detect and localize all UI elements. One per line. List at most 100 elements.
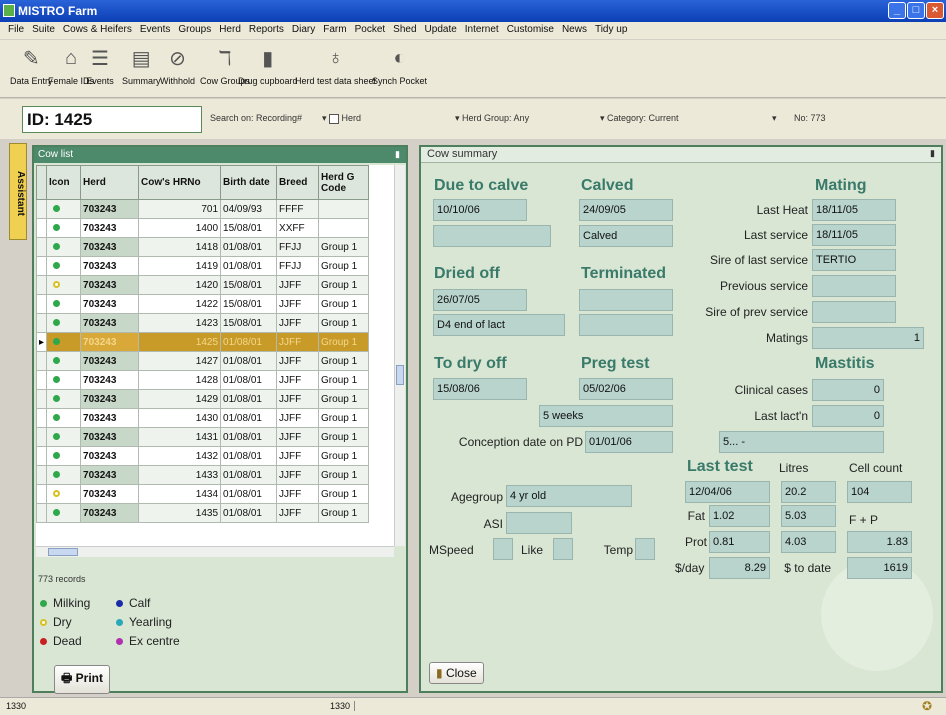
table-row[interactable]: 703243 1400 15/08/01 XXFF: [36, 218, 370, 238]
last-heat-field[interactable]: 18/11/05: [812, 199, 896, 221]
column-header[interactable]: Breed: [276, 165, 320, 200]
vertical-scrollbar[interactable]: [394, 165, 405, 546]
menu-item-farm[interactable]: Farm: [323, 22, 346, 35]
column-header[interactable]: Herd: [80, 165, 140, 200]
prev-service-field[interactable]: [812, 275, 896, 297]
horizontal-scrollbar[interactable]: [36, 546, 394, 557]
menu-item-pocket[interactable]: Pocket: [355, 22, 386, 35]
toolbar-herd-test-data-sheet-button[interactable]: ♁ Herd test data sheet: [295, 44, 376, 87]
to-dry-date-field[interactable]: 15/08/06: [433, 378, 527, 400]
like-field[interactable]: [553, 538, 573, 560]
table-row[interactable]: 703243 1419 01/08/01 FFJJ Group 1: [36, 256, 370, 276]
table-row[interactable]: 703243 1432 01/08/01 JJFF Group 1: [36, 446, 370, 466]
menu-item-suite[interactable]: Suite: [32, 22, 55, 35]
sire-last-field[interactable]: TERTIO: [812, 249, 896, 271]
herd-checkbox[interactable]: ▾ Herd: [322, 113, 361, 124]
menu-item-events[interactable]: Events: [140, 22, 171, 35]
column-header[interactable]: Icon: [46, 165, 82, 200]
litres-field[interactable]: 20.2: [781, 481, 836, 503]
table-row[interactable]: 703243 1434 01/08/01 JJFF Group 1: [36, 484, 370, 504]
table-row[interactable]: 703243 1427 01/08/01 JJFF Group 1: [36, 351, 370, 371]
column-header[interactable]: Cow's HRNo: [138, 165, 222, 200]
conception-field[interactable]: 01/01/06: [585, 431, 673, 453]
calved-date-field[interactable]: 24/09/05: [579, 199, 673, 221]
menu-item-reports[interactable]: Reports: [249, 22, 284, 35]
menu-item-internet[interactable]: Internet: [465, 22, 499, 35]
table-row[interactable]: 703243 1433 01/08/01 JJFF Group 1: [36, 465, 370, 485]
toolbar-summary-button[interactable]: ▤ Summary: [122, 44, 161, 87]
terminated-field-1[interactable]: [579, 289, 673, 311]
table-row[interactable]: 703243 1431 01/08/01 JJFF Group 1: [36, 427, 370, 447]
dried-reason-field[interactable]: D4 end of lact: [433, 314, 565, 336]
toolbar-drug-cupboard-button[interactable]: ▮ Drug cupboard: [238, 44, 298, 87]
last-lact-field[interactable]: 0: [812, 405, 884, 427]
test-date-field[interactable]: 12/04/06: [685, 481, 770, 503]
toolbar-data-entry-button[interactable]: ✎ Data Entry: [10, 44, 53, 87]
due-extra-field[interactable]: [433, 225, 551, 247]
menu-item-cows-heifers[interactable]: Cows & Heifers: [63, 22, 132, 35]
fat-pct-field[interactable]: 5.03: [781, 505, 836, 527]
temp-field[interactable]: [635, 538, 655, 560]
agegroup-field[interactable]: 4 yr old: [506, 485, 632, 507]
table-row[interactable]: 703243 1420 15/08/01 JJFF Group 1: [36, 275, 370, 295]
assistant-tab[interactable]: Assistant: [9, 143, 27, 240]
menu-item-tidy-up[interactable]: Tidy up: [595, 22, 627, 35]
table-row[interactable]: 703243 1429 01/08/01 JJFF Group 1: [36, 389, 370, 409]
mastitis-note-field[interactable]: 5... -: [719, 431, 884, 453]
menu-item-file[interactable]: File: [8, 22, 24, 35]
preg-weeks-field[interactable]: 5 weeks: [539, 405, 673, 427]
column-header[interactable]: [36, 165, 48, 200]
sday-field[interactable]: 8.29: [709, 557, 770, 579]
toolbar-withhold-button[interactable]: ⊘ Withhold: [160, 44, 195, 87]
prot-field[interactable]: 0.81: [709, 531, 770, 553]
toolbar-events-button[interactable]: ☰ Events: [86, 44, 114, 87]
preg-date-field[interactable]: 05/02/06: [579, 378, 673, 400]
table-row[interactable]: 703243 1435 01/08/01 JJFF Group 1: [36, 503, 370, 523]
close-summary-button[interactable]: ▮ Close: [429, 662, 484, 684]
category-select[interactable]: ▾ Category: Current: [600, 113, 679, 124]
terminated-field-2[interactable]: [579, 314, 673, 336]
prot-pct-field[interactable]: 4.03: [781, 531, 836, 553]
pin-icon[interactable]: ▮: [395, 149, 400, 160]
pin-icon[interactable]: ▮: [930, 148, 935, 159]
dried-date-field[interactable]: 26/07/05: [433, 289, 527, 311]
table-row[interactable]: 703243 1418 01/08/01 FFJJ Group 1: [36, 237, 370, 257]
table-row[interactable]: 703243 1430 01/08/01 JJFF Group 1: [36, 408, 370, 428]
conception-label: Conception date on PD: [458, 435, 583, 449]
table-row[interactable]: 703243 1422 15/08/01 JJFF Group 1: [36, 294, 370, 314]
menu-item-customise[interactable]: Customise: [507, 22, 554, 35]
mspeed-field[interactable]: [493, 538, 513, 560]
table-row[interactable]: 703243 1423 15/08/01 JJFF Group 1: [36, 313, 370, 333]
menu-item-news[interactable]: News: [562, 22, 587, 35]
stodate-field[interactable]: 1619: [847, 557, 912, 579]
clinical-field[interactable]: 0: [812, 379, 884, 401]
table-row[interactable]: 703243 1428 01/08/01 JJFF Group 1: [36, 370, 370, 390]
maximize-button[interactable]: □: [907, 2, 925, 19]
fp-field[interactable]: 1.83: [847, 531, 912, 553]
column-header[interactable]: Birth date: [220, 165, 278, 200]
menu-item-groups[interactable]: Groups: [178, 22, 211, 35]
asi-field[interactable]: [506, 512, 572, 534]
menu-item-herd[interactable]: Herd: [219, 22, 241, 35]
due-date-field[interactable]: 10/10/06: [433, 199, 527, 221]
calved-status-field[interactable]: Calved: [579, 225, 673, 247]
menu-item-shed[interactable]: Shed: [393, 22, 416, 35]
table-row[interactable]: ▸ 703243 1425 01/08/01 JJFF Group 1: [36, 332, 370, 352]
close-window-button[interactable]: ×: [926, 2, 944, 19]
matings-field[interactable]: 1: [812, 327, 924, 349]
toolbar-synch-pocket-button[interactable]: ◐ Synch Pocket: [372, 44, 427, 87]
cell-breed: JJFF: [276, 370, 320, 390]
print-button[interactable]: 🖶 Print: [54, 665, 111, 694]
herd-group-select[interactable]: ▾ Herd Group: Any: [455, 113, 529, 124]
cellcount-field[interactable]: 104: [847, 481, 912, 503]
menu-item-update[interactable]: Update: [425, 22, 457, 35]
menu-item-diary[interactable]: Diary: [292, 22, 315, 35]
fat-field[interactable]: 1.02: [709, 505, 770, 527]
column-header[interactable]: Herd G Code: [318, 165, 370, 200]
search-on-select[interactable]: Search on: Recording#: [210, 113, 302, 123]
last-service-field[interactable]: 18/11/05: [812, 224, 896, 246]
table-row[interactable]: 703243 701 04/09/93 FFFF: [36, 199, 370, 219]
sire-prev-field[interactable]: [812, 301, 896, 323]
minimize-button[interactable]: _: [888, 2, 906, 19]
id-input[interactable]: ID: 1425: [22, 106, 202, 133]
